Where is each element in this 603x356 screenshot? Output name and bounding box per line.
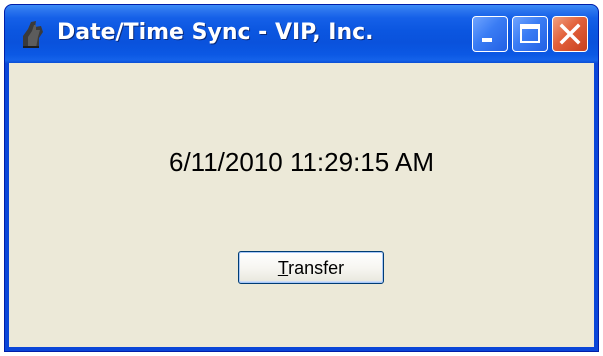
maximize-button[interactable] xyxy=(512,16,548,52)
minimize-button[interactable] xyxy=(472,16,508,52)
transfer-button[interactable]: Transfer xyxy=(238,251,384,284)
client-area: 6/11/2010 11:29:15 AM Transfer xyxy=(9,63,594,347)
maximize-icon xyxy=(520,24,540,43)
transfer-button-label: ransfer xyxy=(288,257,345,278)
app-logo-icon xyxy=(19,18,49,50)
datetime-label: 6/11/2010 11:29:15 AM xyxy=(168,147,435,177)
title-bar[interactable]: Date/Time Sync - VIP, Inc. xyxy=(5,5,598,63)
minimize-icon xyxy=(482,38,492,42)
transfer-button-mnemonic: T xyxy=(277,257,289,278)
close-button[interactable] xyxy=(552,16,588,52)
window-title: Date/Time Sync - VIP, Inc. xyxy=(57,20,374,45)
close-icon xyxy=(559,23,581,45)
app-window: Date/Time Sync - VIP, Inc. 6/11/2010 11:… xyxy=(4,4,599,352)
